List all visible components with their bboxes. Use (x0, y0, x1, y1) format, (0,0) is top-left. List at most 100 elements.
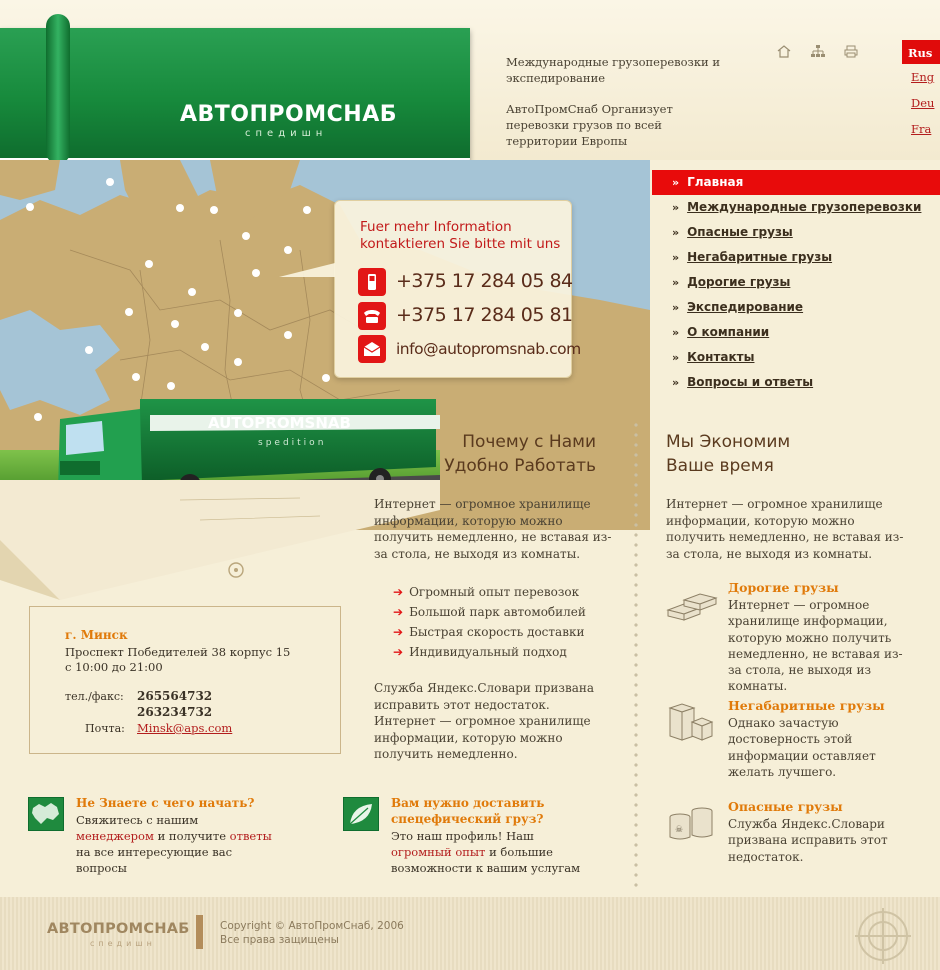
list-item: ➔ Индивидуальный подход (393, 645, 567, 659)
promo-get-started: Не Знаете с чего начать? Свяжитесь с наш… (28, 795, 272, 875)
contact-mobile-row: +375 17 284 05 84 (358, 268, 573, 296)
why-us-heading: Почему с Нами Удобно Работать (390, 430, 596, 478)
nav-item-faq[interactable]: » Вопросы и ответы (652, 370, 940, 395)
feature-title[interactable]: Дорогие грузы (728, 580, 839, 595)
home-icon[interactable] (776, 45, 792, 59)
nav-arrow-icon: » (672, 176, 680, 189)
svg-text:☠: ☠ (675, 825, 683, 835)
rights-text: Все права защищены (220, 934, 339, 946)
main-navigation: » Главная » Международные грузоперевозки »… (652, 170, 940, 395)
feature-title[interactable]: Опасные грузы (728, 799, 843, 814)
nav-arrow-icon: » (672, 376, 680, 389)
feature-oversized-cargo: Негабаритные грузы Однако зачастую досто… (664, 698, 934, 788)
managers-link[interactable]: менеджером (76, 829, 154, 843)
truck-brand-sub: spedition (258, 438, 326, 448)
footer-separator (196, 915, 203, 949)
feature-text: Интернет — огромное хранилище информации… (728, 598, 903, 694)
nav-item-valuable-cargo[interactable]: » Дорогие грузы (652, 270, 940, 295)
footer: АВТОПРОМСНАБ спедишн Copyright © АвтоПро… (0, 897, 940, 970)
mobile-phone-number[interactable]: +375 17 284 05 84 (396, 270, 573, 292)
list-item: ➔ Большой парк автомобилей (393, 605, 586, 619)
logo-subtext: спедишн (245, 128, 328, 139)
list-item: ➔ Огромный опыт перевозок (393, 585, 580, 599)
feature-text: Однако зачастую достоверность этой инфор… (728, 716, 876, 779)
office-phone-2: 263234732 (137, 705, 213, 719)
save-time-heading-line-1: Мы Экономим (666, 432, 791, 452)
europe-map-icon (28, 797, 64, 831)
nav-item-contacts[interactable]: » Контакты (652, 345, 940, 370)
lang-rus[interactable]: Rus (902, 40, 940, 64)
contact-bubble: Fuer mehr Information kontaktieren Sie b… (279, 200, 581, 378)
office-phone-label: тел./факс: (65, 690, 124, 703)
nav-arrow-icon: » (672, 326, 680, 339)
office-mail-label: Почта: (85, 722, 125, 735)
leaf-icon (343, 797, 379, 831)
contact-phone-row: +375 17 284 05 81 (358, 302, 573, 330)
sitemap-icon[interactable] (810, 45, 826, 59)
print-icon[interactable] (843, 45, 859, 59)
nav-item-forwarding[interactable]: » Экспедирование (652, 295, 940, 320)
lang-fra[interactable]: Fra (911, 116, 940, 142)
nav-item-dangerous-cargo[interactable]: » Опасные грузы (652, 220, 940, 245)
feature-text: Служба Яндекс.Словари призвана исправить… (728, 817, 888, 864)
compass-emblem-icon (850, 905, 916, 967)
header-tagline: Международные грузоперевозки и экспедиро… (506, 55, 721, 85)
red-arrow-icon: ➔ (393, 645, 404, 659)
why-us-list: ➔ Огромный опыт перевозок ➔ Большой парк а… (393, 582, 623, 662)
why-us-intro: Интернет — огромное хранилище информации… (374, 497, 612, 561)
nav-arrow-icon: » (672, 201, 680, 214)
nav-arrow-icon: » (672, 276, 680, 289)
nav-item-international-freight[interactable]: » Международные грузоперевозки (652, 195, 940, 220)
email-icon (358, 335, 386, 363)
nav-item-about[interactable]: » О компании (652, 320, 940, 345)
header-description: АвтоПромСнаб Организует перевозки грузов… (506, 102, 673, 148)
office-address-box: г. Минск Проспект Победителей 38 корпус … (29, 606, 341, 754)
copyright-text: Copyright © АвтоПромСнаб, 2006 (220, 920, 404, 932)
hazard-barrels-icon: ☠ (664, 803, 720, 843)
gold-bars-icon (664, 584, 720, 624)
contact-bubble-title: Fuer mehr Information kontaktieren Sie b… (360, 219, 561, 252)
answers-link[interactable]: ответы (230, 829, 272, 843)
mobile-phone-icon (358, 268, 386, 296)
landline-phone-number[interactable]: +375 17 284 05 81 (396, 304, 573, 326)
nav-item-oversized-cargo[interactable]: » Негабаритные грузы (652, 245, 940, 270)
office-email-link[interactable]: Minsk@aps.com (137, 721, 232, 735)
experience-link[interactable]: огромный опыт (391, 845, 485, 859)
nav-arrow-icon: » (672, 251, 680, 264)
contact-email[interactable]: info@autopromsnab.com (396, 340, 581, 358)
logo-text: АВТОПРОМСНАБ (180, 102, 397, 127)
office-hours: с 10:00 до 21:00 (65, 660, 163, 674)
nav-arrow-icon: » (672, 301, 680, 314)
crates-icon (664, 702, 720, 742)
logo-banner[interactable]: АВТОПРОМСНАБ спедишн (0, 14, 470, 164)
column-divider (634, 420, 638, 890)
save-time-heading-line-2: Ваше время (666, 456, 774, 476)
footer-copyright: Copyright © АвтоПромСнаб, 2006 Все права… (220, 919, 404, 947)
promo-text: Свяжитесь с нашим менеджером и получите … (76, 813, 272, 875)
save-time-heading: Мы Экономим Ваше время (666, 430, 866, 478)
lang-deu[interactable]: Deu (911, 90, 940, 116)
nav-arrow-icon: » (672, 351, 680, 364)
lang-eng[interactable]: Eng (911, 64, 940, 90)
save-time-intro: Интернет — огромное хранилище информации… (666, 497, 904, 561)
telephone-icon (358, 302, 386, 330)
office-city: г. Минск (65, 628, 128, 642)
nav-item-home[interactable]: » Главная (652, 170, 940, 195)
footer-logo-subtext: спедишн (90, 939, 156, 948)
feature-dangerous-cargo: ☠ Опасные грузы Служба Яндекс.Словари пр… (664, 799, 934, 869)
list-item: ➔ Быстрая скорость доставки (393, 625, 585, 639)
footer-logo[interactable]: АВТОПРОМСНАБ (47, 921, 190, 937)
feature-title[interactable]: Негабаритные грузы (728, 698, 885, 713)
why-us-heading-line-2: Удобно Работать (444, 456, 596, 476)
contact-email-row: info@autopromsnab.com (358, 335, 581, 363)
office-phone-1: 265564732 (137, 689, 213, 703)
nav-arrow-icon: » (672, 226, 680, 239)
red-arrow-icon: ➔ (393, 625, 404, 639)
promo-special-cargo: Вам нужно доставить спецефический груз? … (343, 795, 580, 880)
red-arrow-icon: ➔ (393, 585, 404, 599)
truck-brand-text: AUTOPROMSNAB (208, 414, 351, 432)
promo-title: Не Знаете с чего начать? (76, 796, 255, 810)
why-us-heading-line-1: Почему с Нами (462, 432, 596, 452)
office-street: Проспект Победителей 38 корпус 15 (65, 645, 291, 659)
promo-title: Вам нужно доставить спецефический груз? (391, 796, 545, 826)
